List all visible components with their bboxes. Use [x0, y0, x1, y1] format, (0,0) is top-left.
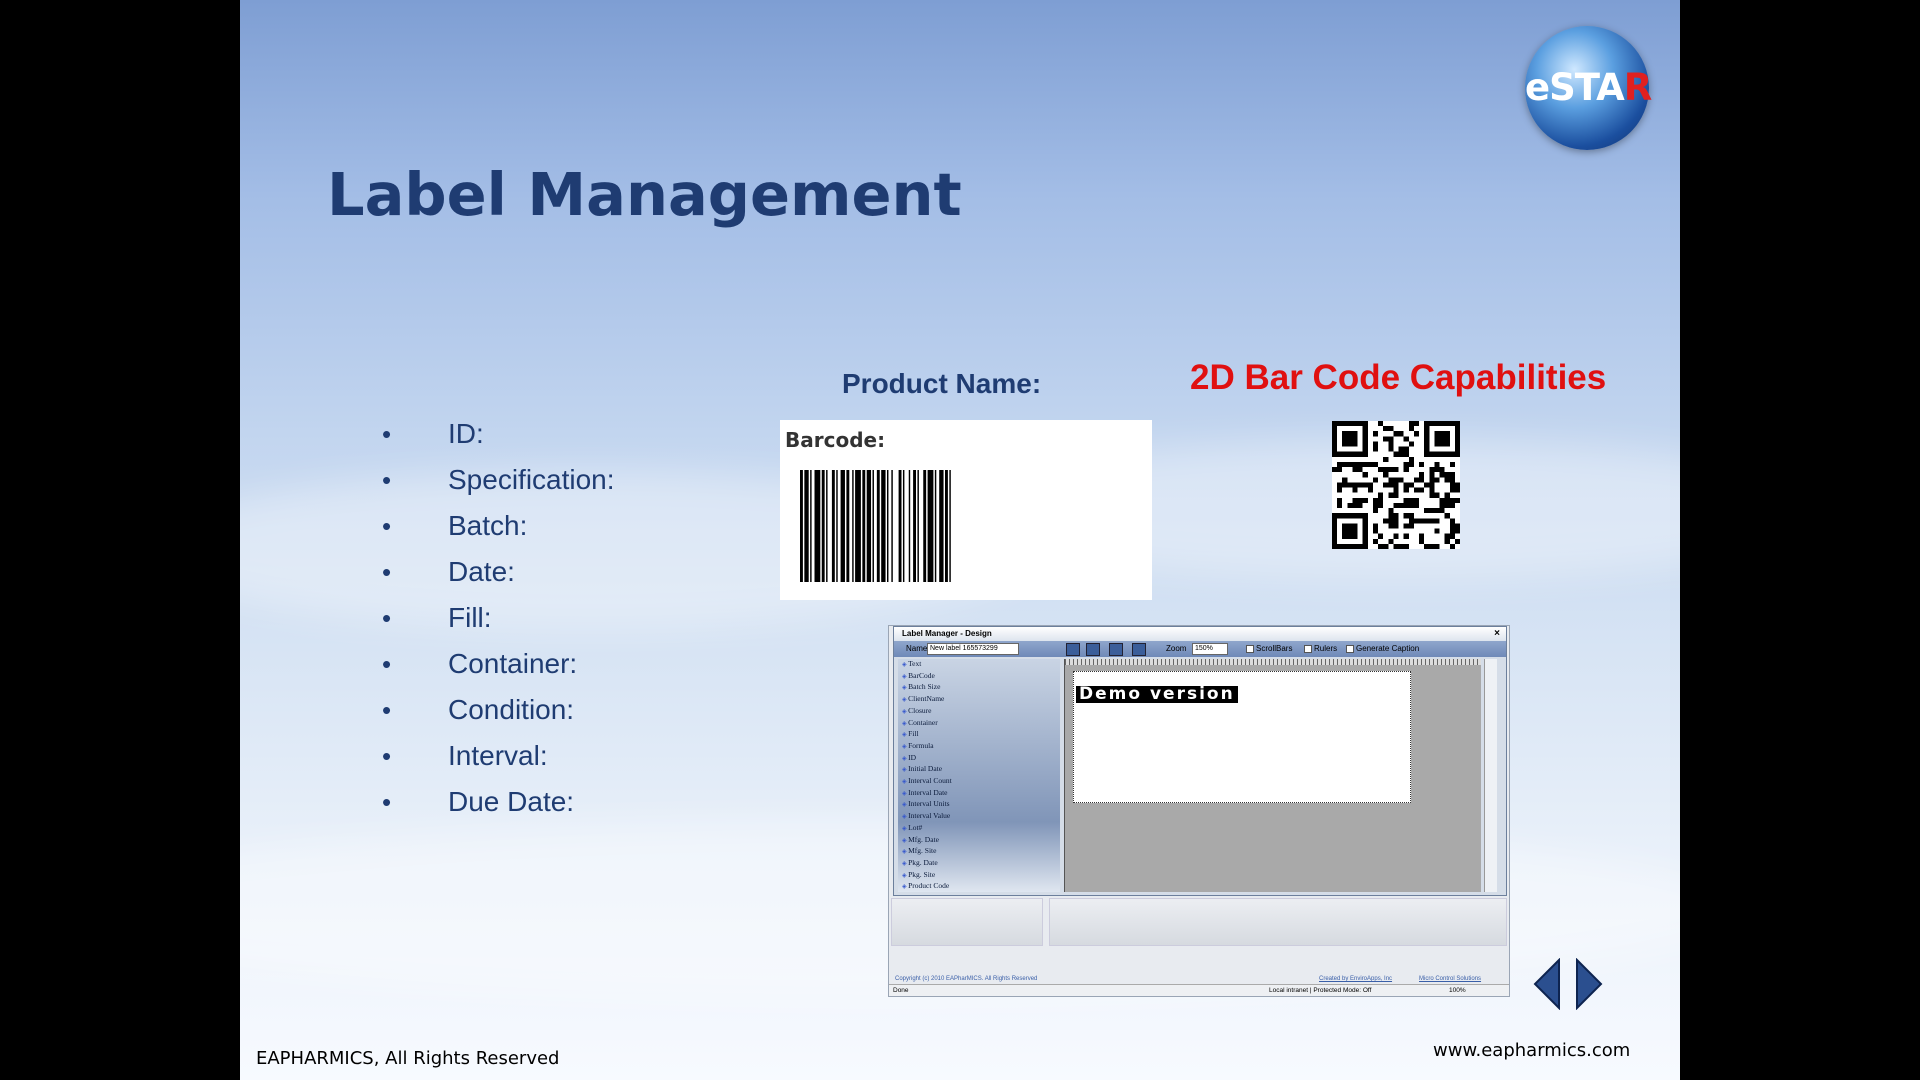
- bullet-item: Interval:: [382, 733, 615, 779]
- field-list-item[interactable]: ID: [902, 753, 1060, 765]
- print-icon[interactable]: [1109, 643, 1123, 656]
- logo-text: eSTAR: [1525, 66, 1652, 109]
- footer-copyright: Copyright (c) 2010 EAPharMICS. All Right…: [895, 976, 1038, 982]
- bullet-item: Date:: [382, 549, 615, 595]
- field-list-item[interactable]: BarCode: [902, 671, 1060, 683]
- save-icon[interactable]: [1066, 643, 1080, 656]
- field-list-item[interactable]: Batch Size: [902, 682, 1060, 694]
- status-done: Done: [893, 987, 909, 994]
- label-design-page[interactable]: Demo version: [1073, 671, 1411, 803]
- fields-panel: TextBarCodeBatch SizeClientNameClosureCo…: [898, 659, 1060, 892]
- preview-icon[interactable]: [1132, 643, 1146, 656]
- bullet-item: Condition:: [382, 687, 615, 733]
- rulers-label: Rulers: [1314, 644, 1338, 653]
- bullet-item: ID:: [382, 411, 615, 457]
- previous-slide-arrow-icon[interactable]: [1533, 958, 1561, 1010]
- checkbox-icon: [1304, 644, 1312, 653]
- field-list-item[interactable]: Mfg. Date: [902, 835, 1060, 847]
- field-list-item[interactable]: Lot#: [902, 823, 1060, 835]
- field-list-item[interactable]: Mfg. Site: [902, 846, 1060, 858]
- footer-created-by-link[interactable]: Created by EnviroApps, Inc: [1319, 976, 1392, 982]
- vertical-scrollbar[interactable]: [1484, 659, 1497, 892]
- slide: eSTAR Label Management ID: Specification…: [240, 0, 1680, 1080]
- logo-rx: R: [1623, 66, 1652, 109]
- field-list-item[interactable]: Interval Value: [902, 811, 1060, 823]
- field-list-item[interactable]: Text: [902, 659, 1060, 671]
- barcode-label: Barcode:: [785, 428, 886, 452]
- field-list-item[interactable]: Interval Date: [902, 788, 1060, 800]
- browser-status-bar: Done Local intranet | Protected Mode: Of…: [889, 984, 1509, 996]
- barcode-bars: [800, 470, 951, 582]
- scrollbars-label: ScrollBars: [1256, 644, 1293, 653]
- fields-list: TextBarCodeBatch SizeClientNameClosureCo…: [898, 659, 1060, 892]
- field-list-item[interactable]: Initial Date: [902, 764, 1060, 776]
- bullet-item: Due Date:: [382, 779, 615, 825]
- field-list-item[interactable]: Interval Count: [902, 776, 1060, 788]
- field-bullet-list: ID: Specification: Batch: Date: Fill: Co…: [382, 411, 615, 825]
- scrollbars-checkbox[interactable]: ScrollBars: [1246, 644, 1292, 653]
- bullet-item: Fill:: [382, 595, 615, 641]
- page-footer-strip: Copyright (c) 2010 EAPharMICS. All Right…: [889, 976, 1509, 982]
- lower-panel-right: [1049, 898, 1507, 946]
- copyright-text: EAPHARMICS, All Rights Reserved: [256, 1048, 560, 1069]
- zoom-select[interactable]: 150%: [1192, 643, 1228, 655]
- rulers-checkbox[interactable]: Rulers: [1304, 644, 1337, 653]
- window-title: Label Manager - Design: [902, 629, 992, 638]
- field-list-item[interactable]: Closure: [902, 706, 1060, 718]
- window-titlebar: Label Manager - Design ×: [894, 627, 1506, 641]
- checkbox-icon: [1246, 644, 1254, 653]
- checkbox-icon: [1346, 644, 1354, 653]
- lower-panels: [889, 898, 1509, 946]
- close-icon[interactable]: ×: [1494, 627, 1500, 641]
- barcode-image: Barcode:: [780, 420, 1152, 600]
- field-list-item[interactable]: Container: [902, 718, 1060, 730]
- field-list-item[interactable]: Pkg. Site: [902, 870, 1060, 882]
- demo-version-text: Demo version: [1076, 686, 1238, 703]
- field-list-item[interactable]: Pkg. Date: [902, 858, 1060, 870]
- label-manager-window: Label Manager - Design × Name New label …: [893, 626, 1507, 896]
- next-slide-arrow-icon[interactable]: [1575, 958, 1603, 1010]
- bullet-item: Specification:: [382, 457, 615, 503]
- generate-caption-label: Generate Caption: [1356, 644, 1420, 653]
- label-name-input[interactable]: New label 165573299: [927, 643, 1019, 655]
- label-manager-screenshot: Label Manager - Design × Name New label …: [888, 625, 1510, 997]
- qr-code-image: [1332, 421, 1460, 549]
- page-title: Label Management: [327, 160, 962, 229]
- bullet-item: Batch:: [382, 503, 615, 549]
- product-name-label: Product Name:: [842, 368, 1042, 399]
- ruler: [1065, 659, 1481, 665]
- estar-logo: eSTAR: [1525, 26, 1652, 150]
- generate-caption-checkbox[interactable]: Generate Caption: [1346, 644, 1419, 653]
- status-zone: Local intranet | Protected Mode: Off: [1269, 987, 1372, 994]
- lower-panel-left: [891, 898, 1043, 946]
- 2d-barcode-title: 2D Bar Code Capabilities: [1190, 358, 1607, 397]
- logo-text-main: eSTA: [1525, 66, 1625, 109]
- field-list-item[interactable]: Fill: [902, 729, 1060, 741]
- field-list-item[interactable]: Product Code: [902, 881, 1060, 892]
- name-label: Name: [906, 644, 928, 653]
- field-list-item[interactable]: Formula: [902, 741, 1060, 753]
- bullet-item: Container:: [382, 641, 615, 687]
- footer-mcs-link[interactable]: Micro Control Solutions: [1419, 976, 1481, 982]
- open-icon[interactable]: [1086, 643, 1100, 656]
- window-toolbar: Name New label 165573299 Zoom 150% Scrol…: [894, 641, 1506, 657]
- field-list-item[interactable]: ClientName: [902, 694, 1060, 706]
- website-url: www.eapharmics.com: [1433, 1040, 1631, 1061]
- zoom-label: Zoom: [1166, 644, 1187, 653]
- status-zoom[interactable]: 100%: [1449, 985, 1466, 996]
- field-list-item[interactable]: Interval Units: [902, 799, 1060, 811]
- design-canvas[interactable]: Demo version: [1064, 659, 1481, 892]
